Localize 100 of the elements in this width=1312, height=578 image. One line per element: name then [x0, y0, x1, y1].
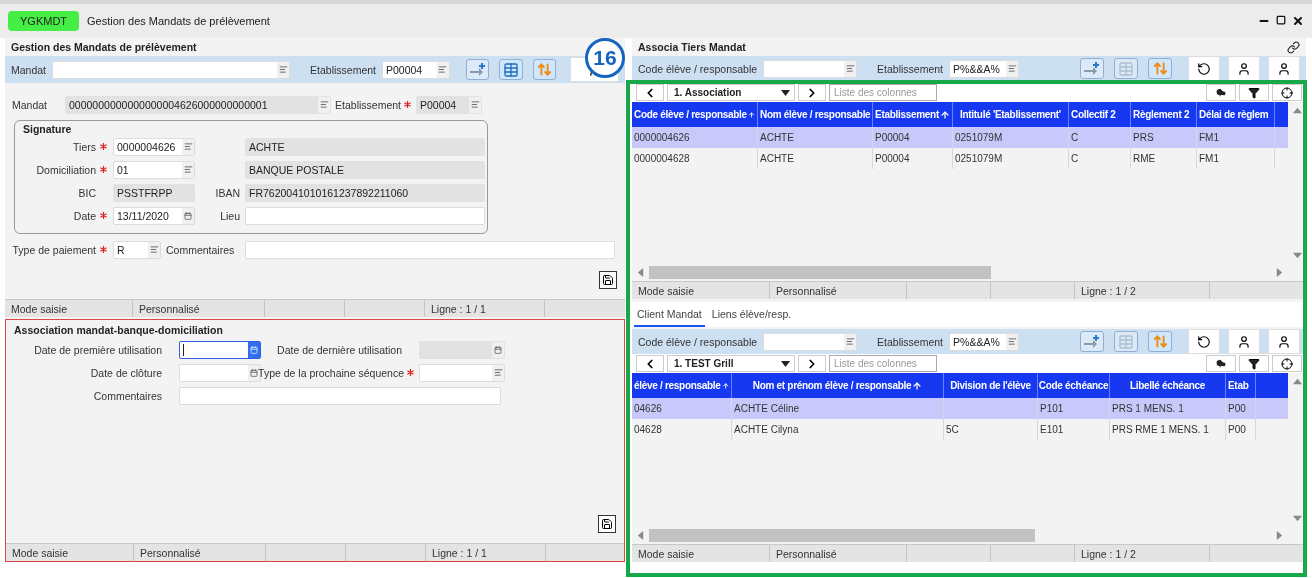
- list-icon[interactable]: [438, 65, 448, 74]
- table-cell: 0251079M: [953, 148, 1069, 169]
- scroll-right-icon[interactable]: [1275, 268, 1284, 277]
- list-icon[interactable]: [1007, 64, 1017, 73]
- previous-button[interactable]: [636, 84, 664, 101]
- calendar-icon[interactable]: [184, 211, 192, 220]
- input-field[interactable]: BANQUE POSTALE: [245, 160, 485, 179]
- table-cell: P00004: [873, 148, 953, 169]
- status-cell: Personnalisé: [770, 545, 907, 562]
- table-cell: 0000004628: [632, 148, 758, 169]
- column-header[interactable]: Code échéance: [1038, 373, 1110, 398]
- scroll-down-icon[interactable]: [1292, 251, 1302, 260]
- maximize-icon[interactable]: [1276, 15, 1286, 25]
- cloud-icon: [1215, 86, 1227, 99]
- scroll-left-icon[interactable]: [636, 268, 645, 277]
- field-label: Mandat: [12, 98, 48, 111]
- column-header[interactable]: Code élève / responsable: [632, 102, 758, 127]
- input-field[interactable]: P%&&A%: [949, 332, 1020, 351]
- field-label: IBAN: [215, 186, 240, 199]
- column-header[interactable]: élève / responsable: [632, 373, 732, 398]
- add-button[interactable]: [466, 59, 490, 80]
- scroll-up-icon[interactable]: [1292, 377, 1302, 386]
- scroll-right-icon[interactable]: [1275, 531, 1284, 540]
- add-button[interactable]: [1080, 58, 1104, 79]
- column-header[interactable]: Délai de règlem: [1197, 102, 1275, 127]
- list-icon[interactable]: [319, 100, 329, 109]
- close-icon[interactable]: [1292, 15, 1304, 27]
- panel-title: Associa Tiers Mandat: [638, 41, 746, 53]
- user-button[interactable]: [1228, 329, 1260, 354]
- input-field[interactable]: P00004: [382, 60, 450, 79]
- input-field[interactable]: P00004: [416, 95, 482, 114]
- locate-button[interactable]: [1272, 84, 1302, 101]
- link-icon[interactable]: [1287, 40, 1300, 54]
- input-field[interactable]: R: [113, 240, 161, 259]
- locate-button[interactable]: [1272, 355, 1302, 372]
- arrow-plus-icon: [468, 61, 487, 78]
- list-icon[interactable]: [493, 368, 503, 377]
- next-button[interactable]: [798, 355, 826, 372]
- view-select[interactable]: 1. TEST Grill: [667, 355, 795, 372]
- table-cell: C: [1069, 148, 1131, 169]
- column-search-field[interactable]: Liste des colonnes: [829, 84, 937, 101]
- scroll-up-icon[interactable]: [1292, 106, 1302, 115]
- add-button[interactable]: [1080, 331, 1104, 352]
- status-cell: Ligne : 1 / 2: [1075, 282, 1210, 299]
- input-field[interactable]: 0000000000000000004626000000000001: [65, 95, 331, 114]
- column-header[interactable]: Collectif 2: [1069, 102, 1131, 127]
- input-field[interactable]: ACHTE: [245, 137, 485, 156]
- user-button[interactable]: [1268, 329, 1300, 354]
- list-icon[interactable]: [278, 65, 288, 74]
- previous-button[interactable]: [636, 355, 664, 372]
- cloud-icon: [1215, 357, 1227, 370]
- input-field[interactable]: PSSTFRPP: [113, 183, 195, 202]
- scroll-left-icon[interactable]: [636, 531, 645, 540]
- tab[interactable]: Liens élève/resp.: [708, 302, 795, 327]
- status-cell: Ligne : 1 / 1: [426, 544, 546, 561]
- table-row[interactable]: 04626 ACHTE Céline P101 PRS 1 MENS. 1 P00: [632, 398, 1288, 419]
- table-row[interactable]: 0000004626 ACHTE P00004 0251079M C PRS FM1: [632, 127, 1288, 148]
- list-icon[interactable]: [183, 165, 193, 174]
- input-field[interactable]: 01: [113, 160, 195, 179]
- refresh-button[interactable]: [1188, 329, 1220, 354]
- caret-icon: [781, 360, 790, 367]
- save-button[interactable]: [599, 271, 617, 289]
- view-select[interactable]: 1. Association: [667, 84, 795, 101]
- user-button[interactable]: [1228, 56, 1260, 81]
- table-cell: PRS RME 1 MENS. 1: [1110, 419, 1226, 440]
- list-icon[interactable]: [149, 245, 159, 254]
- calendar-icon[interactable]: [250, 368, 258, 377]
- filter-button[interactable]: [1239, 355, 1269, 372]
- scroll-down-icon[interactable]: [1292, 514, 1302, 523]
- input-field[interactable]: 13/11/2020: [113, 206, 195, 225]
- arrow-plus-icon: [1083, 333, 1101, 350]
- list-icon[interactable]: [183, 142, 193, 151]
- save-button[interactable]: [598, 515, 616, 533]
- input-field[interactable]: [179, 340, 261, 359]
- column-header[interactable]: Etablissement: [873, 102, 953, 127]
- list-icon[interactable]: [1007, 337, 1017, 346]
- list-icon[interactable]: [470, 100, 480, 109]
- table-cell: RME: [1131, 148, 1197, 169]
- list-icon[interactable]: [845, 337, 855, 346]
- crosshair-icon: [1281, 357, 1293, 370]
- column-header[interactable]: Etab: [1226, 373, 1256, 398]
- tab[interactable]: Client Mandat: [634, 302, 705, 327]
- refresh-button[interactable]: [1188, 56, 1220, 81]
- column-search-field[interactable]: Liste des colonnes: [829, 355, 937, 372]
- calendar-icon[interactable]: [494, 345, 502, 354]
- caret-icon: [781, 89, 790, 96]
- table-button[interactable]: [499, 59, 523, 80]
- status-cell: Ligne : 1 / 1: [425, 300, 545, 317]
- column-header[interactable]: Règlement 2: [1131, 102, 1197, 127]
- user-button[interactable]: [1268, 56, 1300, 81]
- next-button[interactable]: [798, 84, 826, 101]
- list-icon[interactable]: [845, 64, 855, 73]
- filter-button[interactable]: [1239, 84, 1269, 101]
- download-button[interactable]: [1206, 355, 1236, 372]
- user-icon: [1277, 61, 1291, 76]
- input-field[interactable]: P%&&A%: [949, 59, 1020, 78]
- input-field[interactable]: 0000004626: [113, 137, 195, 156]
- input-field[interactable]: FR7620041010161237892211060: [245, 183, 485, 202]
- column-header[interactable]: Nom élève / responsable: [758, 102, 873, 127]
- download-button[interactable]: [1206, 84, 1236, 101]
